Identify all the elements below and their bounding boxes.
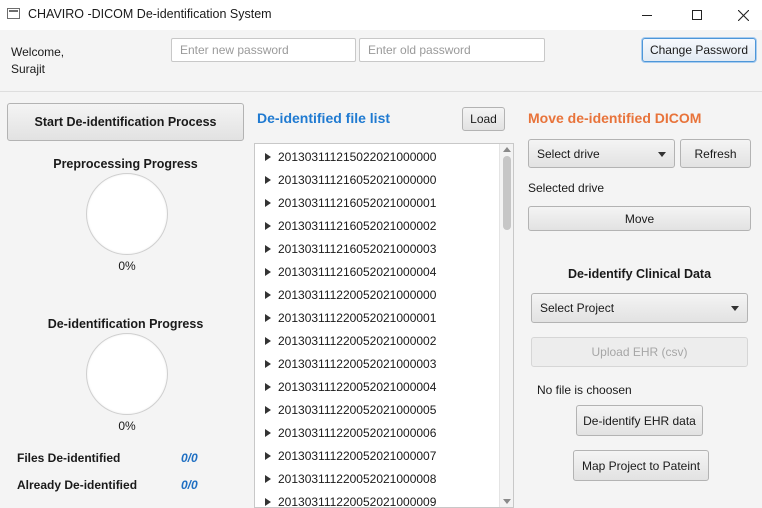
file-tree-item[interactable]: 201303111216052021000004 — [255, 260, 499, 283]
map-project-button[interactable]: Map Project to Pateint — [573, 450, 709, 481]
minimize-icon — [642, 15, 652, 16]
preprocessing-progress-label: Preprocessing Progress — [53, 157, 198, 171]
file-tree-item[interactable]: 201303111216052021000002 — [255, 214, 499, 237]
select-drive-value: Select drive — [537, 146, 600, 161]
file-tree-item-label: 201303111216052021000000 — [278, 172, 437, 187]
file-tree[interactable]: 201303111215022021000000 2013031112160520… — [254, 143, 514, 508]
file-tree-item[interactable]: 201303111220052021000008 — [255, 467, 499, 490]
file-tree-item-label: 201303111216052021000003 — [278, 241, 437, 256]
app-icon — [7, 8, 20, 19]
expand-arrow-icon[interactable] — [265, 336, 271, 345]
expand-arrow-icon[interactable] — [265, 175, 271, 184]
file-tree-item-label: 201303111220052021000007 — [278, 448, 437, 463]
move-dicom-title: Move de-identified DICOM — [528, 110, 702, 126]
expand-arrow-icon[interactable] — [265, 290, 271, 299]
welcome-text: Welcome, Surajit — [11, 44, 64, 78]
file-tree-item[interactable]: 201303111220052021000009 — [255, 490, 499, 508]
selected-drive-label: Selected drive — [528, 181, 605, 195]
scroll-down-arrow-icon[interactable] — [503, 499, 511, 504]
select-project-dropdown[interactable]: Select Project — [531, 293, 748, 323]
no-file-label: No file is choosen — [537, 383, 632, 397]
file-list-title: De-identified file list — [257, 110, 391, 126]
deidentification-progress-indicator — [86, 333, 168, 415]
window-title: CHAVIRO -DICOM De-identification System — [28, 7, 272, 21]
preprocessing-progress-indicator — [86, 173, 168, 255]
expand-arrow-icon[interactable] — [265, 428, 271, 437]
expand-arrow-icon[interactable] — [265, 497, 271, 506]
files-deidentified-label: Files De-identified — [17, 451, 121, 465]
expand-arrow-icon[interactable] — [265, 313, 271, 322]
file-tree-scrollbar[interactable] — [499, 144, 513, 507]
maximize-icon — [692, 10, 702, 20]
chevron-down-icon — [731, 306, 739, 311]
file-tree-item[interactable]: 201303111220052021000007 — [255, 444, 499, 467]
move-button[interactable]: Move — [528, 206, 751, 231]
preprocessing-progress-value: 0% — [118, 259, 136, 273]
file-tree-item[interactable]: 201303111220052021000002 — [255, 329, 499, 352]
file-tree-item[interactable]: 201303111220052021000005 — [255, 398, 499, 421]
refresh-button[interactable]: Refresh — [680, 139, 751, 168]
expand-arrow-icon[interactable] — [265, 244, 271, 253]
file-tree-item-label: 201303111220052021000000 — [278, 287, 437, 302]
file-tree-item[interactable]: 201303111220052021000001 — [255, 306, 499, 329]
file-tree-item-label: 201303111220052021000004 — [278, 379, 437, 394]
already-deidentified-label: Already De-identified — [17, 478, 138, 492]
chevron-down-icon — [658, 151, 666, 157]
file-tree-item[interactable]: 201303111220052021000003 — [255, 352, 499, 375]
title-bar: CHAVIRO -DICOM De-identification System — [0, 0, 762, 30]
file-tree-item-label: 201303111220052021000005 — [278, 402, 437, 417]
file-tree-item[interactable]: 201303111220052021000004 — [255, 375, 499, 398]
close-icon — [737, 9, 749, 21]
file-tree-item-label: 201303111216052021000002 — [278, 218, 437, 233]
expand-arrow-icon[interactable] — [265, 382, 271, 391]
file-tree-item-label: 201303111220052021000003 — [278, 356, 437, 371]
expand-arrow-icon[interactable] — [265, 152, 271, 161]
file-tree-item-label: 201303111215022021000000 — [278, 149, 437, 164]
change-password-button[interactable]: Change Password — [642, 38, 756, 62]
select-project-value: Select Project — [540, 301, 615, 315]
welcome-greeting: Welcome, — [11, 45, 65, 59]
file-tree-item[interactable]: 201303111215022021000000 — [255, 145, 499, 168]
expand-arrow-icon[interactable] — [265, 451, 271, 460]
file-tree-item-label: 201303111220052021000002 — [278, 333, 437, 348]
expand-arrow-icon[interactable] — [265, 198, 271, 207]
file-tree-item-label: 201303111220052021000006 — [278, 425, 437, 440]
file-tree-item[interactable]: 201303111216052021000000 — [255, 168, 499, 191]
deidentification-progress-label: De-identification Progress — [47, 317, 204, 331]
file-tree-item-label: 201303111216052021000001 — [278, 195, 437, 210]
deidentify-ehr-button[interactable]: De-identify EHR data — [576, 405, 703, 436]
scroll-thumb[interactable] — [503, 156, 511, 230]
expand-arrow-icon[interactable] — [265, 474, 271, 483]
file-tree-item-label: 201303111220052021000001 — [278, 310, 437, 325]
scroll-up-arrow-icon[interactable] — [503, 147, 511, 152]
file-tree-item[interactable]: 201303111220052021000006 — [255, 421, 499, 444]
start-deidentification-button[interactable]: Start De-identification Process — [7, 103, 244, 141]
old-password-field[interactable] — [359, 38, 545, 62]
header-bar: Welcome, Surajit Change Password — [0, 30, 762, 92]
select-drive-dropdown[interactable]: Select drive — [528, 139, 675, 168]
close-button[interactable] — [720, 0, 762, 30]
clinical-data-title: De-identify Clinical Data — [567, 267, 712, 281]
already-deidentified-value: 0/0 — [181, 478, 198, 492]
welcome-username: Surajit — [11, 62, 46, 76]
file-tree-item-label: 201303111220052021000008 — [278, 471, 437, 486]
file-tree-item-label: 201303111220052021000009 — [278, 494, 437, 508]
expand-arrow-icon[interactable] — [265, 359, 271, 368]
expand-arrow-icon[interactable] — [265, 267, 271, 276]
file-tree-item[interactable]: 201303111216052021000001 — [255, 191, 499, 214]
file-tree-item[interactable]: 201303111220052021000000 — [255, 283, 499, 306]
file-tree-item[interactable]: 201303111216052021000003 — [255, 237, 499, 260]
expand-arrow-icon[interactable] — [265, 405, 271, 414]
minimize-button[interactable] — [624, 0, 670, 30]
maximize-button[interactable] — [674, 0, 720, 30]
upload-ehr-button[interactable]: Upload EHR (csv) — [531, 337, 748, 367]
expand-arrow-icon[interactable] — [265, 221, 271, 230]
new-password-field[interactable] — [171, 38, 356, 62]
load-button[interactable]: Load — [462, 107, 505, 131]
files-deidentified-value: 0/0 — [181, 451, 198, 465]
deidentification-progress-value: 0% — [118, 419, 136, 433]
file-tree-item-label: 201303111216052021000004 — [278, 264, 437, 279]
